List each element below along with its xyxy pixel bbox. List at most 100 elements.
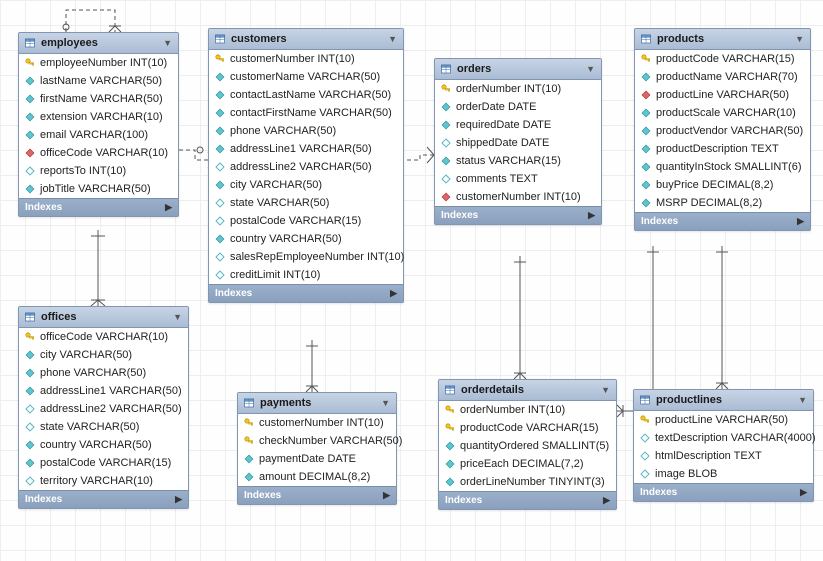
- column-row[interactable]: state VARCHAR(50): [209, 194, 403, 212]
- column-row[interactable]: reportsTo INT(10): [19, 162, 178, 180]
- column-row[interactable]: quantityOrdered SMALLINT(5): [439, 437, 616, 455]
- column-row[interactable]: MSRP DECIMAL(8,2): [635, 194, 810, 212]
- column-row[interactable]: customerNumber INT(10): [238, 414, 396, 432]
- column-row[interactable]: comments TEXT: [435, 170, 601, 188]
- column-row[interactable]: image BLOB: [634, 465, 813, 483]
- indexes-section[interactable]: Indexes▶: [635, 212, 810, 230]
- column-row[interactable]: productLine VARCHAR(50): [634, 411, 813, 429]
- column-row[interactable]: productName VARCHAR(70): [635, 68, 810, 86]
- column-row[interactable]: amount DECIMAL(8,2): [238, 468, 396, 486]
- entity-productlines[interactable]: productlines▼productLine VARCHAR(50)text…: [633, 389, 814, 502]
- expand-arrow-icon[interactable]: ▶: [165, 202, 172, 213]
- collapse-arrow-icon[interactable]: ▼: [173, 312, 182, 322]
- collapse-arrow-icon[interactable]: ▼: [601, 385, 610, 395]
- column-row[interactable]: customerNumber INT(10): [209, 50, 403, 68]
- entity-customers[interactable]: customers▼customerNumber INT(10)customer…: [208, 28, 404, 303]
- expand-arrow-icon[interactable]: ▶: [797, 216, 804, 227]
- entity-header[interactable]: productlines▼: [634, 390, 813, 411]
- column-row[interactable]: paymentDate DATE: [238, 450, 396, 468]
- collapse-arrow-icon[interactable]: ▼: [388, 34, 397, 44]
- column-row[interactable]: customerNumber INT(10): [435, 188, 601, 206]
- column-row[interactable]: orderLineNumber TINYINT(3): [439, 473, 616, 491]
- indexes-section[interactable]: Indexes▶: [19, 198, 178, 216]
- entity-header[interactable]: customers▼: [209, 29, 403, 50]
- collapse-arrow-icon[interactable]: ▼: [163, 38, 172, 48]
- column-row[interactable]: shippedDate DATE: [435, 134, 601, 152]
- collapse-arrow-icon[interactable]: ▼: [795, 34, 804, 44]
- column-row[interactable]: phone VARCHAR(50): [19, 364, 188, 382]
- column-row[interactable]: buyPrice DECIMAL(8,2): [635, 176, 810, 194]
- column-row[interactable]: addressLine1 VARCHAR(50): [19, 382, 188, 400]
- indexes-section[interactable]: Indexes▶: [19, 490, 188, 508]
- column-row[interactable]: checkNumber VARCHAR(50): [238, 432, 396, 450]
- entity-products[interactable]: products▼productCode VARCHAR(15)productN…: [634, 28, 811, 231]
- column-row[interactable]: status VARCHAR(15): [435, 152, 601, 170]
- column-row[interactable]: addressLine2 VARCHAR(50): [19, 400, 188, 418]
- column-row[interactable]: htmlDescription TEXT: [634, 447, 813, 465]
- expand-arrow-icon[interactable]: ▶: [800, 487, 807, 498]
- column-row[interactable]: state VARCHAR(50): [19, 418, 188, 436]
- column-row[interactable]: productVendor VARCHAR(50): [635, 122, 810, 140]
- entity-header[interactable]: employees▼: [19, 33, 178, 54]
- collapse-arrow-icon[interactable]: ▼: [798, 395, 807, 405]
- column-row[interactable]: postalCode VARCHAR(15): [19, 454, 188, 472]
- expand-arrow-icon[interactable]: ▶: [383, 490, 390, 501]
- column-row[interactable]: quantityInStock SMALLINT(6): [635, 158, 810, 176]
- column-row[interactable]: orderNumber INT(10): [435, 80, 601, 98]
- collapse-arrow-icon[interactable]: ▼: [586, 64, 595, 74]
- column-row[interactable]: productScale VARCHAR(10): [635, 104, 810, 122]
- column-row[interactable]: jobTitle VARCHAR(50): [19, 180, 178, 198]
- column-row[interactable]: productLine VARCHAR(50): [635, 86, 810, 104]
- indexes-section[interactable]: Indexes▶: [435, 206, 601, 224]
- column-label: productVendor VARCHAR(50): [656, 125, 803, 137]
- column-row[interactable]: email VARCHAR(100): [19, 126, 178, 144]
- column-row[interactable]: extension VARCHAR(10): [19, 108, 178, 126]
- column-row[interactable]: employeeNumber INT(10): [19, 54, 178, 72]
- entity-orders[interactable]: orders▼orderNumber INT(10)orderDate DATE…: [434, 58, 602, 225]
- column-row[interactable]: productCode VARCHAR(15): [635, 50, 810, 68]
- column-row[interactable]: lastName VARCHAR(50): [19, 72, 178, 90]
- column-row[interactable]: creditLimit INT(10): [209, 266, 403, 284]
- column-row[interactable]: textDescription VARCHAR(4000): [634, 429, 813, 447]
- column-row[interactable]: city VARCHAR(50): [19, 346, 188, 364]
- column-row[interactable]: priceEach DECIMAL(7,2): [439, 455, 616, 473]
- column-row[interactable]: phone VARCHAR(50): [209, 122, 403, 140]
- collapse-arrow-icon[interactable]: ▼: [381, 398, 390, 408]
- column-row[interactable]: firstName VARCHAR(50): [19, 90, 178, 108]
- entity-payments[interactable]: payments▼customerNumber INT(10)checkNumb…: [237, 392, 397, 505]
- indexes-section[interactable]: Indexes▶: [439, 491, 616, 509]
- column-row[interactable]: city VARCHAR(50): [209, 176, 403, 194]
- column-row[interactable]: addressLine2 VARCHAR(50): [209, 158, 403, 176]
- entity-offices[interactable]: offices▼officeCode VARCHAR(10)city VARCH…: [18, 306, 189, 509]
- entity-header[interactable]: orderdetails▼: [439, 380, 616, 401]
- expand-arrow-icon[interactable]: ▶: [390, 288, 397, 299]
- expand-arrow-icon[interactable]: ▶: [588, 210, 595, 221]
- entity-header[interactable]: offices▼: [19, 307, 188, 328]
- column-row[interactable]: requiredDate DATE: [435, 116, 601, 134]
- column-row[interactable]: contactLastName VARCHAR(50): [209, 86, 403, 104]
- column-row[interactable]: orderDate DATE: [435, 98, 601, 116]
- expand-arrow-icon[interactable]: ▶: [175, 494, 182, 505]
- indexes-section[interactable]: Indexes▶: [238, 486, 396, 504]
- column-row[interactable]: territory VARCHAR(10): [19, 472, 188, 490]
- column-row[interactable]: productDescription TEXT: [635, 140, 810, 158]
- entity-header[interactable]: orders▼: [435, 59, 601, 80]
- column-row[interactable]: customerName VARCHAR(50): [209, 68, 403, 86]
- column-row[interactable]: orderNumber INT(10): [439, 401, 616, 419]
- column-row[interactable]: postalCode VARCHAR(15): [209, 212, 403, 230]
- column-row[interactable]: country VARCHAR(50): [209, 230, 403, 248]
- entity-orderdetails[interactable]: orderdetails▼orderNumber INT(10)productC…: [438, 379, 617, 510]
- column-row[interactable]: officeCode VARCHAR(10): [19, 328, 188, 346]
- indexes-section[interactable]: Indexes▶: [209, 284, 403, 302]
- expand-arrow-icon[interactable]: ▶: [603, 495, 610, 506]
- column-row[interactable]: salesRepEmployeeNumber INT(10): [209, 248, 403, 266]
- column-row[interactable]: officeCode VARCHAR(10): [19, 144, 178, 162]
- column-row[interactable]: country VARCHAR(50): [19, 436, 188, 454]
- column-row[interactable]: addressLine1 VARCHAR(50): [209, 140, 403, 158]
- indexes-section[interactable]: Indexes▶: [634, 483, 813, 501]
- entity-employees[interactable]: employees▼employeeNumber INT(10)lastName…: [18, 32, 179, 217]
- column-row[interactable]: productCode VARCHAR(15): [439, 419, 616, 437]
- entity-header[interactable]: payments▼: [238, 393, 396, 414]
- column-row[interactable]: contactFirstName VARCHAR(50): [209, 104, 403, 122]
- entity-header[interactable]: products▼: [635, 29, 810, 50]
